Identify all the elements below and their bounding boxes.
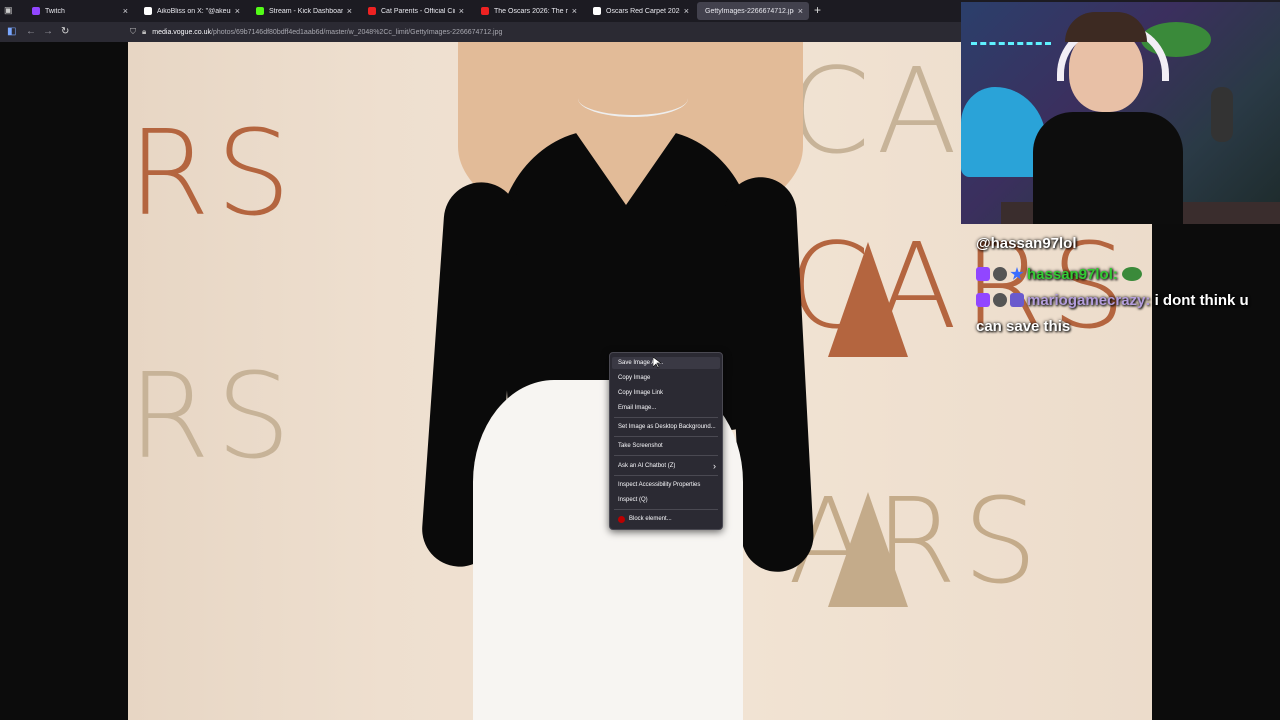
youtube-favicon-icon [481,7,489,15]
youtube-favicon-icon [368,7,376,15]
menu-separator [614,509,718,510]
tracking-protection-shield-icon[interactable]: ⛉ [130,27,136,37]
pepe-emote-icon [1122,267,1143,281]
tab-cat-parents[interactable]: Cat Parents - Official Cinematic × [360,2,470,20]
menu-item-set-desktop-background[interactable]: Set Image as Desktop Background... [618,421,716,433]
chevron-right-icon: › [713,461,716,471]
chat-message: @hassan97lol [976,235,1077,252]
close-icon[interactable]: × [684,6,689,16]
tab-kick-dashboard[interactable]: Stream - Kick Dashboard × [248,2,358,20]
mouse-cursor-icon [653,357,661,369]
tab-title: The Oscars 2026: The most stri [494,7,568,15]
backdrop-letters: RS [128,347,297,485]
lock-icon[interactable]: 🔒︎ [142,27,146,37]
chat-username: @hassan97lol [976,235,1077,252]
menu-item-label: Block element... [629,516,672,522]
sidebar-icon[interactable]: ◧ [7,26,16,38]
x-favicon-icon [144,7,152,15]
menu-item-label: Take Screenshot [618,443,663,449]
chat-text: i dont think u [1154,292,1249,309]
chat-username: hassan97lol: [1027,266,1118,283]
menu-item-label: Email Image... [618,405,657,411]
menu-item-copy-image[interactable]: Copy Image [618,372,716,384]
tab-oscars-most-striking[interactable]: The Oscars 2026: The most stri × [473,2,583,20]
badge-icon [993,293,1007,307]
close-icon[interactable]: × [572,6,577,16]
kick-favicon-icon [256,7,264,15]
black-shirt [1033,112,1183,224]
necklace [578,80,688,117]
neon-lights [971,42,1051,57]
chat-text: can save this [976,318,1071,335]
ublock-origin-icon [618,515,625,523]
tab-title: AikoBliss on X: "@akeurajitsuka [157,7,231,15]
tab-title: Stream - Kick Dashboard [269,7,343,15]
tab-title: Twitch [45,7,65,15]
menu-item-label: Save Image As... [618,360,664,366]
menu-separator [614,455,718,456]
badge-icon [993,267,1007,281]
url-path: /photos/69b7146df80bdff4ed1aab6d/master/… [211,28,503,36]
star-badge-icon [1010,267,1024,280]
menu-item-label: Set Image as Desktop Background... [618,424,716,430]
tab-aikobliss-x[interactable]: AikoBliss on X: "@akeurajitsuka × [136,2,246,20]
menu-item-label: Copy Image [618,375,651,381]
context-menu: Save Image As... Copy Image Copy Image L… [609,352,723,530]
twitch-badge-icon [976,293,990,307]
forward-arrow-icon[interactable]: → [43,26,53,38]
oscar-statuette-icon [828,242,908,357]
new-tab-button[interactable]: + [814,3,821,17]
menu-item-email-image[interactable]: Email Image... [618,402,716,414]
menu-item-label: Inspect Accessibility Properties [618,482,701,488]
streamer-webcam [961,2,1280,224]
tab-twitch[interactable]: Twitch × [24,2,134,20]
menu-item-inspect[interactable]: Inspect (Q) [618,494,716,506]
backdrop-letters: RS [128,104,297,242]
tab-list-icon[interactable]: ▣ [4,5,14,15]
chat-username: mariogamecrazy: [1027,292,1151,309]
tab-gettyimages-jpeg[interactable]: GettyImages-2266674712.jpg (JPEG × [697,2,809,20]
twitch-badge-icon [976,267,990,281]
tab-title: Cat Parents - Official Cinematic [381,7,455,15]
close-icon[interactable]: × [459,6,464,16]
microphone-icon [1211,87,1233,142]
tab-title: GettyImages-2266674712.jpg (JPEG [705,7,794,15]
chat-message: mariogamecrazy: i dont think u [976,292,1249,309]
chat-message: hassan97lol: [976,266,1145,283]
close-icon[interactable]: × [347,6,352,16]
url-host: media.vogue.co.uk [152,28,212,36]
oscar-statuette-icon [828,492,908,607]
menu-item-copy-image-link[interactable]: Copy Image Link [618,387,716,399]
reload-icon[interactable]: ↻ [61,26,69,38]
menu-separator [614,436,718,437]
tab-title: Oscars Red Carpet 2026: See E [606,7,680,15]
menu-separator [614,417,718,418]
close-icon[interactable]: × [235,6,240,16]
hair [1065,12,1147,42]
menu-item-ask-ai-chatbot[interactable]: Ask an AI Chatbot (Z) › [618,460,716,472]
menu-item-label: Inspect (Q) [618,497,648,503]
menu-separator [614,475,718,476]
back-arrow-icon[interactable]: ← [26,26,36,38]
close-icon[interactable]: × [798,6,803,16]
chat-message: can save this [976,318,1070,335]
menu-item-inspect-accessibility[interactable]: Inspect Accessibility Properties [618,479,716,491]
menu-item-save-image-as[interactable]: Save Image As... [612,357,720,369]
tab-oscars-red-carpet[interactable]: Oscars Red Carpet 2026: See E × [585,2,695,20]
url-bar[interactable]: ⛉ 🔒︎ media.vogue.co.uk/photos/69b7146df8… [130,24,960,40]
menu-item-take-screenshot[interactable]: Take Screenshot [618,440,716,452]
menu-item-block-element[interactable]: Block element... [618,513,716,525]
menu-item-label: Copy Image Link [618,390,664,396]
close-icon[interactable]: × [123,6,128,16]
vogue-favicon-icon [593,7,601,15]
twitch-favicon-icon [32,7,40,15]
menu-item-label: Ask an AI Chatbot (Z) [618,463,676,469]
backdrop-letters: ARS [788,472,1044,610]
sub-badge-icon [1010,293,1024,307]
